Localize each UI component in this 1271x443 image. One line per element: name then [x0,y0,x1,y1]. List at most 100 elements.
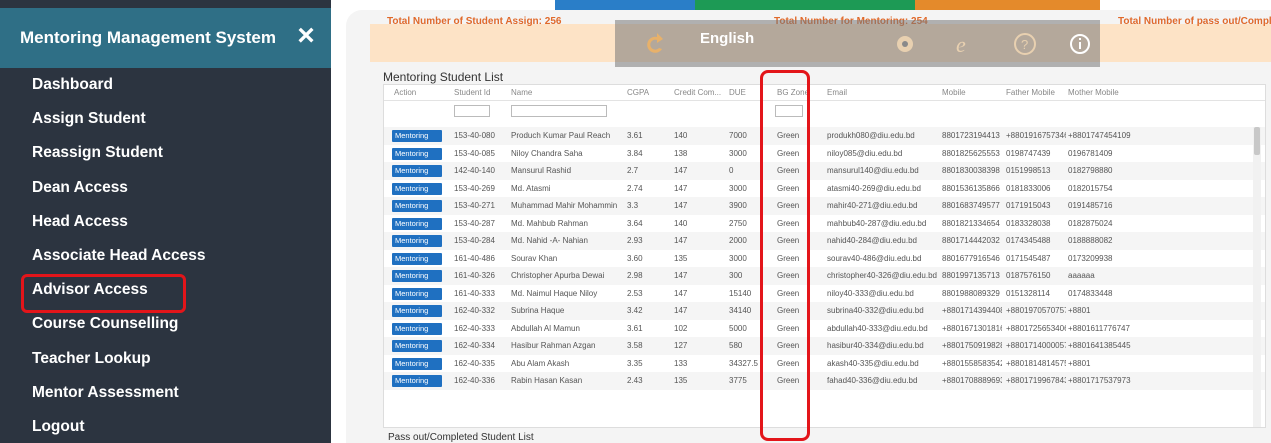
cell-cgpa: 2.93 [627,236,643,245]
ie-icon[interactable]: e [945,20,985,67]
cell-father-mobile: 0151998513 [1006,166,1051,175]
cell-name: Abdullah Al Mamun [511,323,580,333]
cell-father-mobile: +8801714000057 [1006,341,1066,350]
cell-student-id: 161-40-486 [454,253,495,263]
cell-mobile: 8801536135866 [942,183,1000,193]
gear-icon[interactable] [885,20,925,67]
info-icon[interactable] [1065,20,1095,67]
total-passout-stat: Total Number of pass out/Completed Stude… [1118,16,1271,27]
sidebar-item-course-counselling[interactable]: Course Counselling [0,307,331,341]
sidebar-item-head-access[interactable]: Head Access [0,205,331,239]
cell-student-id: 161-40-326 [454,271,495,280]
sidebar: Mentoring Management System × Dashboard … [0,0,331,443]
cell-father-mobile: +8801719967843 [1006,376,1066,385]
cell-name: Sourav Khan [511,253,558,263]
mentoring-button[interactable]: Mentoring [392,200,442,212]
header-credit[interactable]: Credit Com... [674,88,721,97]
table-row: Mentoring 153-40-284 Md. Nahid -A- Nahian 2… [384,232,1265,250]
cell-mother-mobile: +8801717537973 [1068,376,1131,385]
undo-icon[interactable] [635,20,675,67]
cell-name: Rabin Hasan Kasan [511,376,583,385]
mentoring-button[interactable]: Mentoring [392,287,442,300]
table-scrollbar[interactable] [1253,127,1261,427]
scroll-thumb[interactable] [1254,127,1260,155]
header-mother-mobile[interactable]: Mother Mobile [1068,88,1119,97]
sidebar-item-dashboard[interactable]: Dashboard [0,68,331,102]
mentoring-button[interactable]: Mentoring [392,235,442,247]
mentoring-button[interactable]: Mentoring [392,182,442,195]
cell-email: sourav40-486@diu.edu.bd [827,253,922,263]
cell-credit: 147 [674,183,688,193]
cell-name: Md. Mahbub Rahman [511,218,588,228]
header-mobile[interactable]: Mobile [942,88,966,97]
mentoring-button[interactable]: Mentoring [392,165,442,177]
sidebar-item-mentor-assessment[interactable]: Mentor Assessment [0,376,331,410]
mentoring-button[interactable]: Mentoring [392,322,442,335]
student-id-filter[interactable] [454,105,490,117]
sidebar-item-logout[interactable]: Logout [0,410,331,443]
mentoring-button[interactable]: Mentoring [392,340,442,352]
cell-email: hasibur40-334@diu.edu.bd [827,341,924,350]
cell-mother-mobile: +8801 [1068,358,1091,368]
table-row: Mentoring 161-40-333 Md. Naimul Haque Nilo… [384,285,1265,303]
mentoring-button[interactable]: Mentoring [392,305,442,317]
name-filter[interactable] [511,105,607,117]
list-title: Mentoring Student List [383,70,504,84]
help-icon[interactable]: ? [1005,20,1045,67]
header-due[interactable]: DUE [729,88,746,97]
language-label[interactable]: English [700,30,754,47]
cell-email: mansurul140@diu.edu.bd [827,166,919,175]
sidebar-item-associate-head-access[interactable]: Associate Head Access [0,239,331,273]
cell-cgpa: 3.60 [627,253,643,263]
language-toolbar: e ? [615,20,1100,67]
cell-cgpa: 2.43 [627,376,643,385]
filter-row [384,101,1265,119]
student-table: Action Student Id Name CGPA Credit Com..… [383,84,1266,428]
mentoring-button[interactable]: Mentoring [392,270,442,282]
table-row: Mentoring 162-40-334 Hasibur Rahman Azgan 3… [384,337,1265,355]
cell-student-id: 153-40-271 [454,201,495,210]
header-name[interactable]: Name [511,88,532,97]
cell-student-id: 162-40-336 [454,376,495,385]
header-student-id[interactable]: Student Id [454,88,490,97]
cell-father-mobile: 0174345488 [1006,236,1051,245]
cell-mobile: 8801677916546 [942,253,1000,263]
mentoring-button[interactable]: Mentoring [392,357,442,370]
sidebar-item-teacher-lookup[interactable]: Teacher Lookup [0,342,331,376]
close-icon[interactable]: × [289,19,323,53]
cell-email: abdullah40-333@diu.edu.bd [827,323,928,333]
cell-mother-mobile: aaaaaa [1068,271,1095,280]
sidebar-item-assign-student[interactable]: Assign Student [0,102,331,136]
cell-credit: 138 [674,148,688,158]
cell-mother-mobile: 0191485716 [1068,201,1113,210]
sidebar-item-advisor-access[interactable]: Advisor Access [0,273,331,314]
cell-credit: 102 [674,323,688,333]
cell-email: subrina40-332@diu.edu.bd [827,306,924,315]
header-cgpa[interactable]: CGPA [627,88,649,97]
header-father-mobile[interactable]: Father Mobile [1006,88,1055,97]
cell-email: akash40-335@diu.edu.bd [827,358,919,368]
mentoring-button[interactable]: Mentoring [392,252,442,265]
table-row: Mentoring 162-40-335 Abu Alam Akash 3.35 133… [384,355,1265,373]
cell-credit: 147 [674,166,688,175]
sidebar-item-reassign-student[interactable]: Reassign Student [0,136,331,170]
cell-mobile: +8801558583542 [942,358,1002,368]
header-action[interactable]: Action [394,88,416,97]
cell-credit: 147 [674,306,688,315]
mentoring-button[interactable]: Mentoring [392,375,442,387]
cell-cgpa: 2.98 [627,271,643,280]
cell-name: Subrina Haque [511,306,565,315]
cell-father-mobile: 0198747439 [1006,148,1051,158]
mentoring-button[interactable]: Mentoring [392,147,442,160]
cell-cgpa: 3.42 [627,306,643,315]
cell-cgpa: 3.64 [627,218,643,228]
header-email[interactable]: Email [827,88,847,97]
cell-mother-mobile: 0182798880 [1068,166,1113,175]
cell-email: mahir40-271@diu.edu.bd [827,201,918,210]
cell-credit: 147 [674,288,688,298]
mentoring-button[interactable]: Mentoring [392,217,442,230]
sidebar-item-dean-access[interactable]: Dean Access [0,171,331,205]
mentoring-button[interactable]: Mentoring [392,130,442,142]
cell-student-id: 153-40-085 [454,148,495,158]
cell-name: Md. Naimul Haque Niloy [511,288,598,298]
